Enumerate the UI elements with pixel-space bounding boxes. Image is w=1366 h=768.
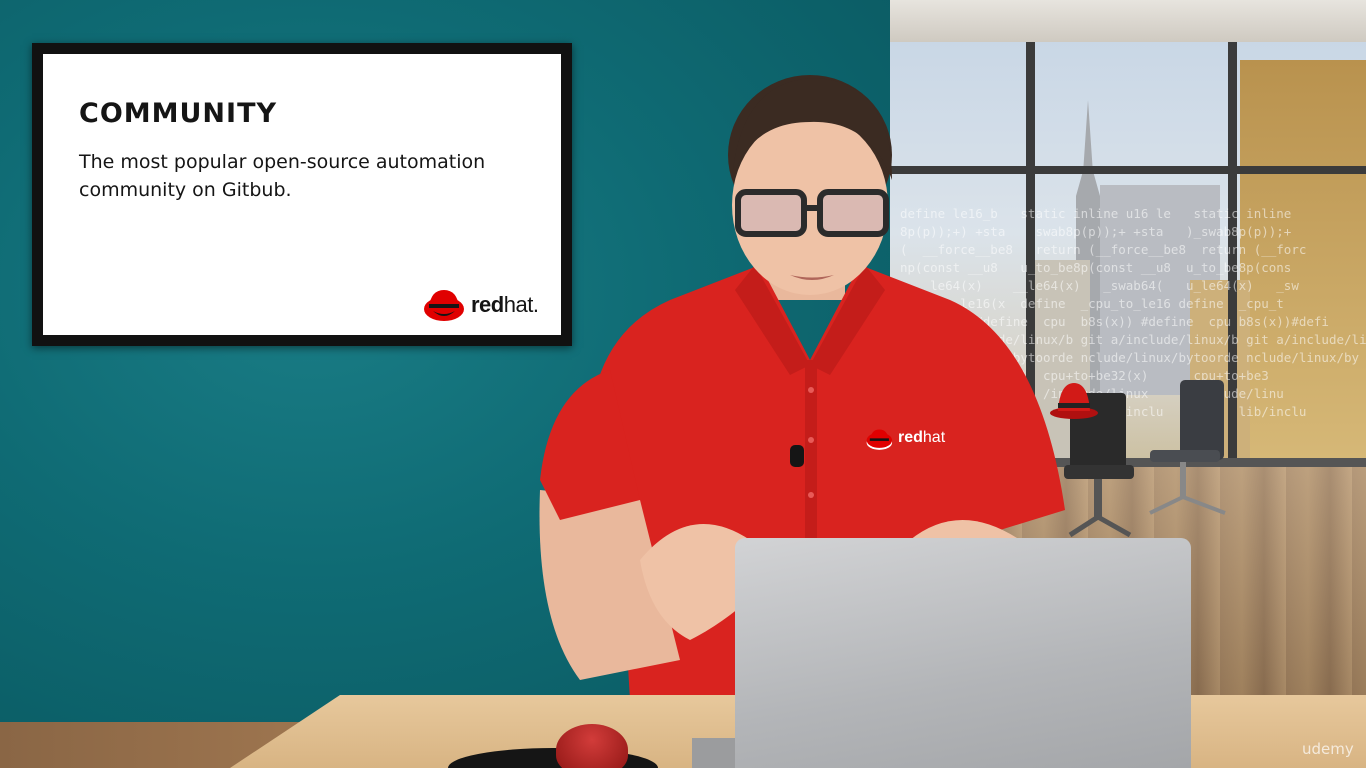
wordmark-bold: red [898, 429, 923, 446]
presentation-slide-frame: COMMUNITY The most popular open-source a… [32, 43, 572, 346]
slide-body-text: The most popular open-source automation … [79, 151, 486, 201]
office-chair [1149, 380, 1226, 515]
shirt-redhat-logo: redhat [866, 426, 956, 456]
presentation-slide: COMMUNITY The most popular open-source a… [43, 54, 561, 335]
redhat-shadowman-icon [866, 429, 893, 450]
laptop-hinge [692, 738, 737, 768]
udemy-watermark: udemy [1302, 740, 1354, 758]
video-frame: define le16_b static inline u16 le stati… [0, 0, 1366, 768]
slide-title: COMMUNITY [79, 98, 278, 129]
wordmark-bold: red [471, 292, 504, 317]
wordmark-light: hat [922, 429, 946, 446]
laptop-lid [735, 538, 1191, 768]
computer-mouse [556, 724, 628, 768]
ceiling [890, 0, 1366, 42]
shirt-wordmark: redhat [898, 429, 945, 447]
redhat-shadowman-icon [424, 290, 464, 321]
